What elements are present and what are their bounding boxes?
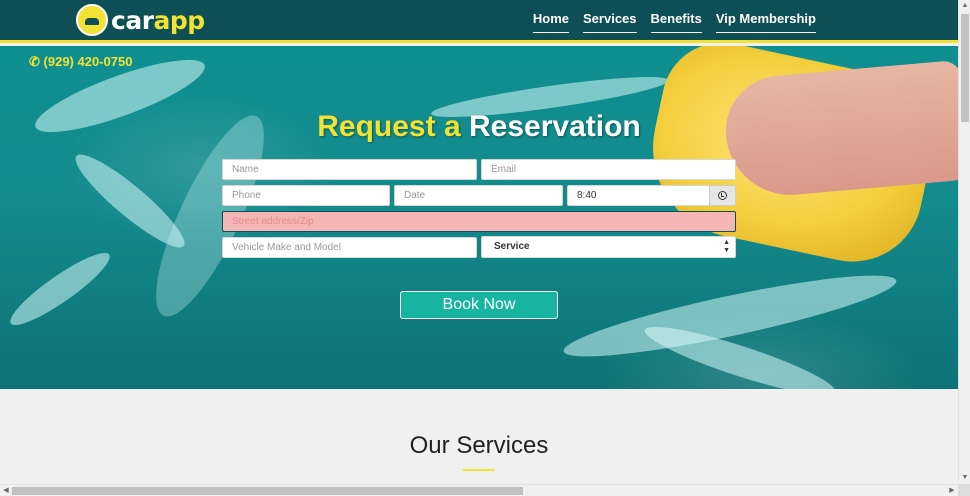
time-input[interactable] xyxy=(567,185,710,206)
phone-number[interactable]: ✆ (929) 420-0750 xyxy=(29,54,132,70)
logo-text: carapp xyxy=(111,6,205,35)
reservation-title: Request a Reservation xyxy=(0,110,958,144)
phone-text: (929) 420-0750 xyxy=(43,54,133,69)
date-input[interactable] xyxy=(394,185,563,206)
street-address-input[interactable] xyxy=(222,211,736,232)
car-logo-icon xyxy=(76,4,108,36)
logo-text-car: car xyxy=(111,5,154,35)
foam-decoration xyxy=(3,243,117,335)
phone-icon: ✆ xyxy=(29,54,40,69)
nav-home[interactable]: Home xyxy=(532,11,570,33)
time-picker-button[interactable] xyxy=(709,185,736,206)
phone-input[interactable] xyxy=(222,185,390,206)
vertical-scroll-thumb[interactable] xyxy=(961,14,969,122)
vertical-scrollbar[interactable]: ▲ ▼ xyxy=(958,0,970,484)
scroll-right-icon[interactable]: ▶ xyxy=(946,485,958,496)
navbar: carapp Home Services Benefits Vip Member… xyxy=(0,0,958,43)
scrollbar-corner xyxy=(958,484,970,496)
scroll-down-icon[interactable]: ▼ xyxy=(959,472,970,484)
logo[interactable]: carapp xyxy=(76,4,205,36)
book-now-button[interactable]: Book Now xyxy=(400,291,558,319)
services-title: Our Services xyxy=(409,432,549,459)
logo-text-app: app xyxy=(153,5,206,35)
select-arrows-icon: ▲ ▼ xyxy=(723,239,730,254)
service-select[interactable]: Service ▲ ▼ xyxy=(481,236,736,258)
vehicle-input[interactable] xyxy=(222,237,477,258)
title-accent: Request a xyxy=(317,110,461,143)
nav-benefits[interactable]: Benefits xyxy=(650,11,702,33)
nav-vip-membership[interactable]: Vip Membership xyxy=(715,11,816,33)
horizontal-scrollbar[interactable]: ◀ ▶ xyxy=(0,484,958,496)
scroll-left-icon[interactable]: ◀ xyxy=(0,485,12,496)
name-input[interactable] xyxy=(222,159,477,180)
service-select-value: Service xyxy=(494,241,530,252)
nav-links: Home Services Benefits Vip Membership xyxy=(532,11,816,33)
clock-icon xyxy=(718,191,727,200)
scroll-up-icon[interactable]: ▲ xyxy=(959,0,970,12)
horizontal-scroll-thumb[interactable] xyxy=(12,487,523,495)
nav-services[interactable]: Services xyxy=(583,11,637,33)
services-underline xyxy=(463,469,495,471)
title-main: Reservation xyxy=(468,110,641,143)
email-input[interactable] xyxy=(481,159,736,180)
